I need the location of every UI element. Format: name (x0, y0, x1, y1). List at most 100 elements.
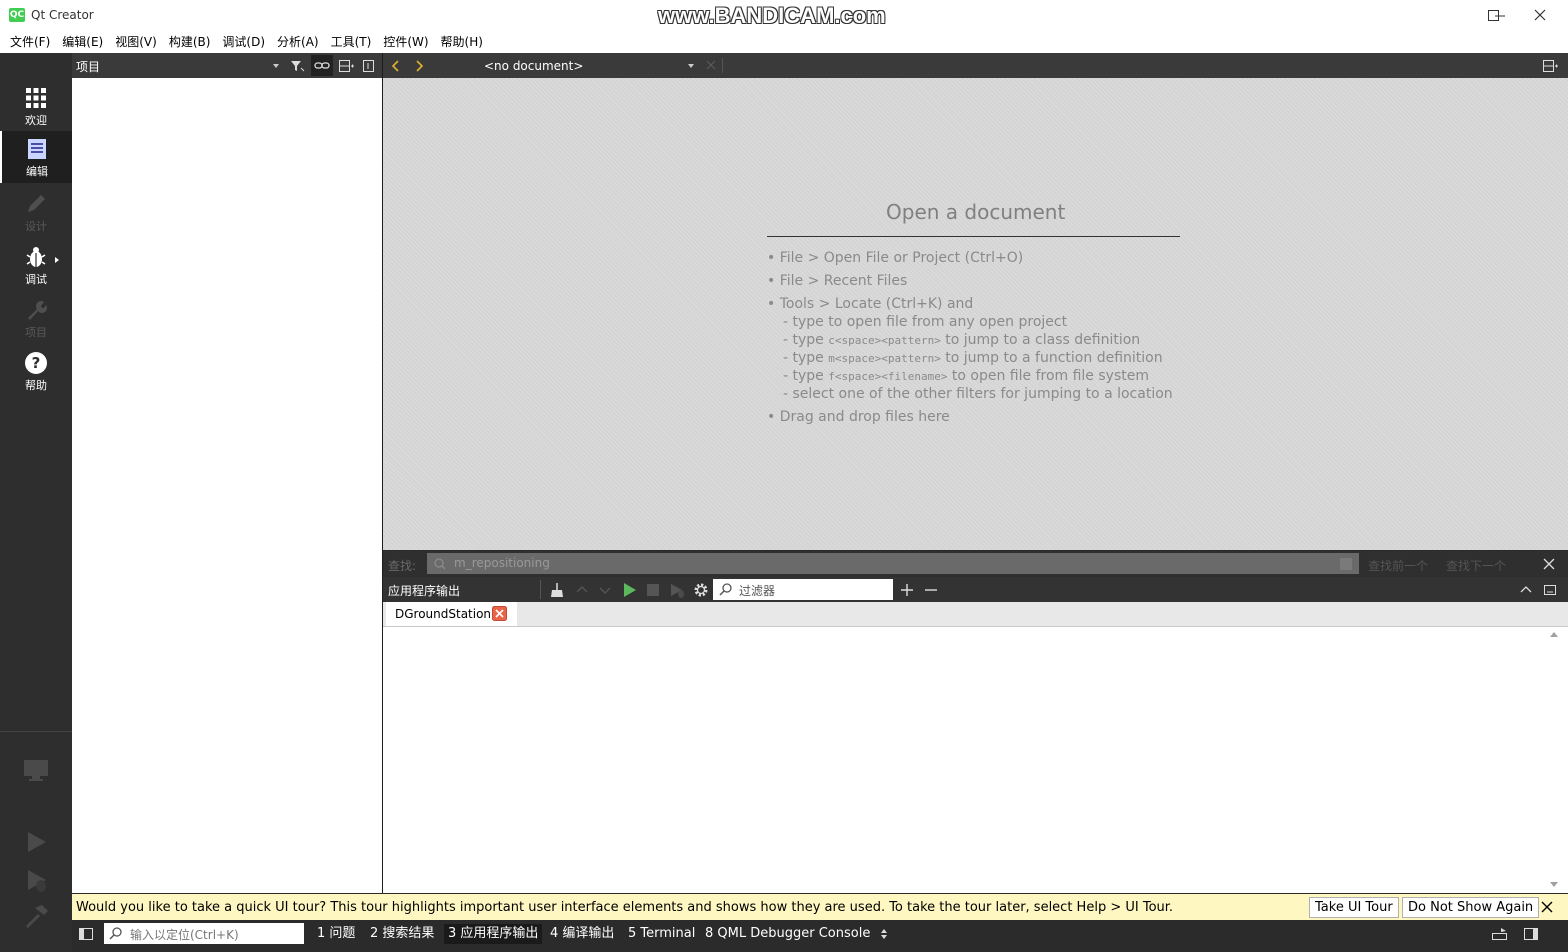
chevron-down-icon (273, 64, 279, 68)
application-output-text[interactable] (383, 627, 1568, 893)
more-tabs-button[interactable] (878, 926, 890, 942)
chevron-up-icon (1520, 586, 1532, 593)
toggle-right-sidebar-button[interactable] (1523, 926, 1539, 942)
find-previous-button[interactable]: 查找前一个 (1368, 557, 1428, 574)
next-item-button[interactable] (596, 581, 614, 599)
document-icon (28, 139, 46, 159)
menu-analyze[interactable]: 分析(A) (271, 32, 325, 53)
hint-text: to jump to a function definition (940, 350, 1163, 366)
document-selector-label: <no document> (484, 59, 584, 73)
maximize-button[interactable] (1470, 0, 1516, 32)
menu-view[interactable]: 视图(V) (109, 32, 163, 53)
output-settings-button[interactable] (692, 581, 710, 599)
output-tab-dgroundstation[interactable]: DGroundStation (386, 602, 517, 626)
scrollbar-arrows-icon (1550, 632, 1558, 887)
take-ui-tour-button[interactable]: Take UI Tour (1309, 897, 1399, 918)
build-button[interactable] (22, 902, 50, 930)
status-tab-compile-output[interactable]: 4 编译输出 (546, 924, 618, 944)
ui-tour-message: Would you like to take a quick UI tour? … (76, 900, 1174, 915)
menu-file[interactable]: 文件(F) (4, 32, 56, 53)
clear-icon (1340, 558, 1352, 570)
close-find-button[interactable] (1542, 557, 1556, 571)
remove-output-button[interactable] (922, 581, 940, 599)
plus-icon (901, 584, 913, 596)
maximize-icon (1488, 10, 1499, 21)
find-next-button[interactable]: 查找下一个 (1446, 557, 1506, 574)
hide-output-button[interactable] (1541, 581, 1559, 599)
hint-locate-open: - type to open file from any open projec… (783, 314, 1068, 330)
hint-locate-function: - type m<space><pattern> to jump to a fu… (783, 350, 1163, 366)
sync-link-button[interactable] (311, 55, 333, 76)
run-button[interactable] (22, 828, 50, 856)
menu-build[interactable]: 构建(B) (163, 32, 217, 53)
status-tab-search-results[interactable]: 2 搜索结果 (366, 924, 438, 944)
mode-bar-divider (0, 731, 72, 732)
status-tab-issues[interactable]: 1 问题 (313, 924, 359, 944)
mode-help[interactable]: ? 帮助 (0, 345, 72, 397)
run-triangle-icon (624, 583, 636, 597)
output-tab-label: DGroundStation (395, 607, 492, 621)
menu-edit[interactable]: 编辑(E) (56, 32, 109, 53)
rerun-button[interactable] (620, 581, 638, 599)
run-triangle-icon (28, 832, 46, 852)
clear-output-button[interactable] (548, 581, 566, 599)
output-filter-input[interactable]: 过滤器 (713, 579, 893, 600)
kit-selector-button[interactable] (22, 757, 50, 785)
close-tab-icon[interactable] (492, 606, 507, 621)
mode-projects-label: 项目 (25, 326, 47, 339)
split-pane-button[interactable] (337, 57, 355, 75)
mode-welcome-label: 欢迎 (25, 114, 47, 127)
status-tab-terminal[interactable]: 5 Terminal (624, 924, 699, 944)
hint-locate-class: - type c<space><pattern> to jump to a cl… (783, 332, 1140, 348)
mode-design[interactable]: 设计 (0, 186, 72, 238)
find-input-value: m_repositioning (454, 556, 550, 570)
mode-help-label: 帮助 (25, 379, 47, 392)
hint-text: - type (783, 350, 829, 366)
bug-icon (26, 247, 46, 267)
menu-debug[interactable]: 调试(D) (216, 32, 271, 53)
debug-run-button[interactable] (22, 866, 50, 894)
close-sidebar-icon (363, 60, 374, 72)
bandicam-watermark: www.BANDICAM.com (658, 3, 886, 28)
document-selector[interactable]: <no document> (438, 55, 698, 76)
attach-debugger-button[interactable] (668, 581, 686, 599)
menu-help[interactable]: 帮助(H) (435, 32, 489, 53)
menu-window[interactable]: 控件(W) (377, 32, 434, 53)
filter-button[interactable] (288, 57, 306, 75)
find-input[interactable]: m_repositioning (427, 553, 1359, 574)
svg-text:?: ? (32, 354, 41, 372)
stop-button[interactable] (644, 581, 662, 599)
hint-locate-other: - select one of the other filters for ju… (783, 386, 1173, 402)
close-tour-button[interactable] (1540, 900, 1554, 914)
mode-design-label: 设计 (25, 220, 47, 233)
do-not-show-again-button[interactable]: Do Not Show Again (1402, 897, 1540, 918)
navigate-forward-button[interactable] (411, 57, 427, 75)
mode-projects[interactable]: 项目 (0, 292, 72, 344)
add-output-button[interactable] (898, 581, 916, 599)
locator-input[interactable]: 输入以定位(Ctrl+K) (104, 923, 304, 944)
maximize-output-button[interactable] (1517, 581, 1535, 599)
project-tree[interactable] (72, 78, 382, 893)
close-document-button[interactable] (704, 58, 718, 72)
mode-edit[interactable]: 编辑 (0, 131, 72, 183)
toggle-sidebar-button[interactable] (78, 926, 94, 942)
close-window-button[interactable] (1517, 0, 1563, 32)
close-pane-button[interactable] (360, 57, 378, 75)
pencil-icon (28, 195, 45, 212)
search-icon (109, 927, 122, 940)
status-tab-qml-debugger-console[interactable]: 8 QML Debugger Console (701, 924, 874, 944)
previous-item-button[interactable] (573, 581, 591, 599)
navigate-back-button[interactable] (388, 57, 404, 75)
project-view-selector[interactable]: 项目 (76, 58, 100, 75)
mode-debug[interactable]: 调试 (0, 239, 72, 291)
hint-locate-file: - type f<space><filename> to open file f… (783, 368, 1149, 384)
mode-welcome[interactable]: 欢迎 (0, 80, 72, 132)
hint-open-file: • File > Open File or Project (Ctrl+O) (767, 250, 1024, 266)
progress-details-button[interactable] (1491, 926, 1509, 942)
status-tab-application-output[interactable]: 3 应用程序输出 (444, 924, 543, 944)
toolbar-divider (540, 580, 541, 599)
menu-tools[interactable]: 工具(T) (325, 32, 378, 53)
output-scrollbar[interactable] (1548, 629, 1560, 891)
split-editor-button[interactable] (1541, 57, 1559, 75)
close-icon (1541, 901, 1553, 913)
